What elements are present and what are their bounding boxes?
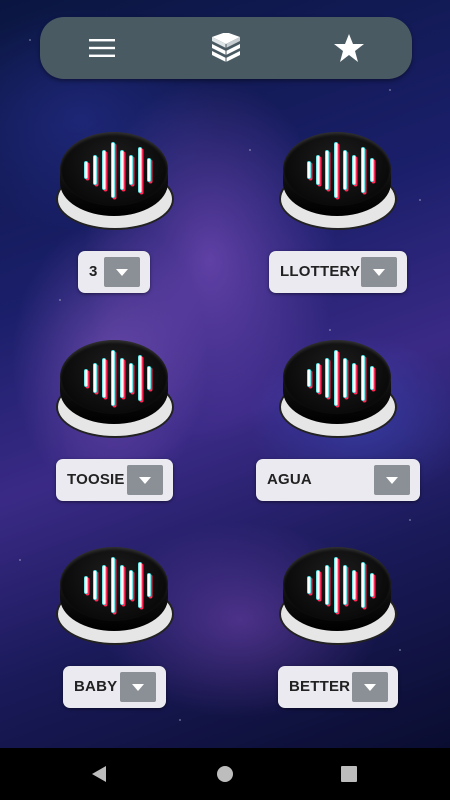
star-icon[interactable] (330, 17, 368, 79)
chevron-down-icon[interactable] (374, 465, 410, 495)
sound-dropdown-3[interactable]: TOOSIE (56, 459, 173, 501)
sound-dropdown-4[interactable]: AGUA (256, 459, 420, 501)
sound-dropdown-5[interactable]: BABY (63, 666, 166, 708)
dropdown-value: TOOSIE (67, 471, 125, 488)
sound-wave-icon (307, 557, 376, 615)
sound-dropdown-2[interactable]: LLOTTERY (269, 251, 407, 293)
book-stack-icon[interactable] (206, 17, 246, 79)
home-circle-icon[interactable] (205, 748, 245, 800)
sound-wave-icon (307, 350, 376, 408)
menu-icon[interactable] (85, 17, 119, 79)
sound-button-4[interactable] (279, 338, 397, 454)
sound-button-5[interactable] (56, 545, 174, 661)
sound-button-1[interactable] (56, 130, 174, 246)
sound-wave-icon (84, 350, 153, 408)
sound-dropdown-1[interactable]: 3 (78, 251, 150, 293)
recents-square-icon[interactable] (329, 748, 369, 800)
dropdown-value: BETTER (289, 678, 351, 695)
sound-wave-icon (84, 142, 153, 200)
chevron-down-icon[interactable] (352, 672, 388, 702)
back-triangle-icon[interactable] (79, 748, 119, 800)
sound-button-2[interactable] (279, 130, 397, 246)
sound-dropdown-6[interactable]: BETTER (278, 666, 398, 708)
sound-wave-icon (307, 142, 376, 200)
dropdown-value: 3 (89, 263, 98, 280)
chevron-down-icon[interactable] (127, 465, 163, 495)
dropdown-value: BABY (74, 678, 118, 695)
sound-button-3[interactable] (56, 338, 174, 454)
chevron-down-icon[interactable] (120, 672, 156, 702)
dropdown-value: LLOTTERY (280, 263, 361, 280)
dropdown-value: AGUA (267, 471, 312, 488)
sound-wave-icon (84, 557, 153, 615)
system-navigation-bar (0, 748, 450, 800)
top-toolbar (40, 17, 412, 79)
chevron-down-icon[interactable] (361, 257, 397, 287)
chevron-down-icon[interactable] (104, 257, 140, 287)
sound-button-6[interactable] (279, 545, 397, 661)
